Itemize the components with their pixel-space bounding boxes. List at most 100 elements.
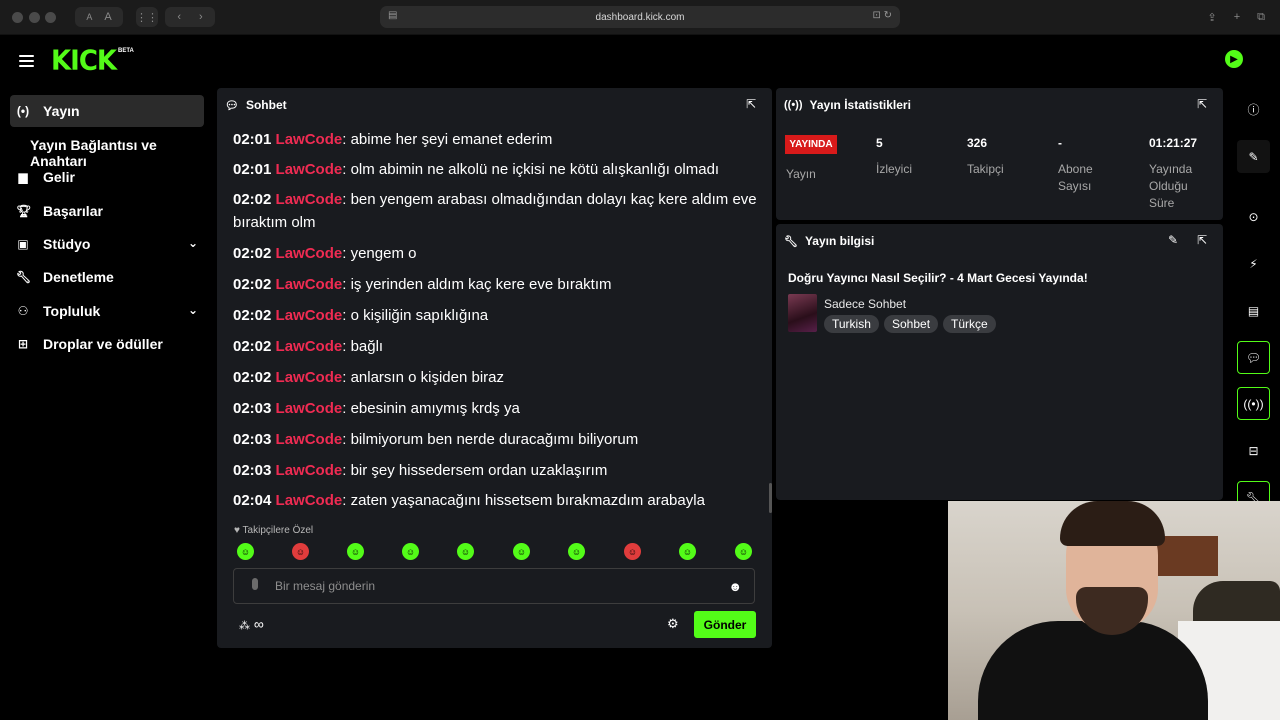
chart-icon: ▆	[18, 170, 28, 184]
menu-icon[interactable]	[19, 55, 34, 67]
chat-username[interactable]: LawCode	[276, 431, 343, 448]
chat-message: 02:02 LawCode: anlarsın o kişiden biraz	[233, 369, 504, 386]
chat-bubble-icon: 💬︎	[225, 99, 239, 112]
chat-message-input[interactable]: Bir mesaj gönderin ☻	[233, 568, 755, 604]
chat-panel: 💬︎ Sohbet ⇱ 02:01 LawCode: abime her şey…	[217, 88, 772, 648]
emote-icon[interactable]: ☺	[513, 543, 530, 560]
tab-overview-icon[interactable]: ⋮⋮	[136, 7, 158, 27]
emote-icon[interactable]: ☺	[237, 543, 254, 560]
emote-icon[interactable]: ☺	[457, 543, 474, 560]
video-icon[interactable]: ⊟	[1237, 434, 1270, 467]
browser-toolbar: A A ⋮⋮ ‹ › ▤ dashboard.kick.com ⊡ ↻ ⇪ + …	[0, 0, 1280, 35]
emoji-picker-icon[interactable]: ☻	[728, 579, 742, 594]
live-label: Yayın	[786, 167, 816, 181]
lightning-icon[interactable]: ⚡︎	[1237, 247, 1270, 280]
sidebar-item-droplar[interactable]: ⊞ Droplar ve ödüller	[10, 328, 204, 360]
text-smaller-button[interactable]: A	[86, 12, 92, 22]
chat-message: 02:03 LawCode: ebesinin amıymış krdş ya	[233, 400, 520, 417]
chat-username[interactable]: LawCode	[276, 307, 343, 324]
trophy-icon: 🏆︎	[16, 204, 32, 218]
share-icon[interactable]: ⇪	[1203, 7, 1221, 27]
popout-icon[interactable]: ⇱	[1197, 233, 1207, 247]
stream-info-panel: 🔧︎ Yayın bilgisi ✎ ⇱ Doğru Yayıncı Nasıl…	[776, 224, 1223, 500]
broadcast-icon[interactable]: ((•))	[1237, 387, 1270, 420]
tag-pill[interactable]: Türkçe	[943, 315, 996, 333]
emote-icon[interactable]: ☺	[292, 543, 309, 560]
chat-username[interactable]: LawCode	[276, 492, 343, 509]
chat-username[interactable]: LawCode	[276, 161, 343, 178]
chat-bubble-icon[interactable]: 💬︎	[1237, 341, 1270, 374]
popout-icon[interactable]: ⇱	[1197, 97, 1207, 111]
stream-title: Doğru Yayıncı Nasıl Seçilir? - 4 Mart Ge…	[788, 271, 1088, 285]
category-thumbnail	[788, 294, 817, 332]
reload-icon[interactable]: ⊡ ↻	[872, 10, 892, 21]
tabs-icon[interactable]: ⧉	[1252, 7, 1270, 27]
chat-username[interactable]: LawCode	[276, 131, 343, 148]
gear-icon[interactable]: ⚙	[667, 616, 679, 632]
forward-icon[interactable]: ›	[199, 11, 203, 23]
community-icon: ⚇	[17, 304, 29, 318]
sidebar-item-yayin[interactable]: (•) Yayın	[10, 95, 204, 127]
window-maximize-button[interactable]	[45, 12, 56, 23]
chevron-down-icon[interactable]: ⌄	[188, 303, 198, 317]
input-placeholder: Bir mesaj gönderin	[275, 579, 376, 593]
emote-icon[interactable]: ☺	[624, 543, 641, 560]
uptime-label: Yayında Olduğu Süre	[1149, 162, 1193, 210]
url-text: dashboard.kick.com	[595, 11, 685, 23]
wrench-icon: 🔧︎	[16, 270, 32, 284]
new-tab-icon[interactable]: +	[1228, 7, 1246, 27]
history-nav[interactable]: ‹ ›	[165, 7, 215, 27]
window-close-button[interactable]	[12, 12, 23, 23]
followers-value: 326	[967, 136, 988, 150]
camera-icon[interactable]: ⊙	[1237, 200, 1270, 233]
sidebar-item-studyo[interactable]: ▣ Stüdyo ⌄	[10, 228, 204, 260]
emote-icon[interactable]: ☺	[679, 543, 696, 560]
emote-icon[interactable]: ☺	[568, 543, 585, 560]
channel-points[interactable]: ⁂ ∞	[239, 616, 264, 632]
kick-logo[interactable]: KICK	[51, 45, 117, 77]
chat-message: 02:03 LawCode: bir şey hissedersem ordan…	[233, 462, 608, 479]
page-settings-icon[interactable]: ▤	[388, 10, 397, 21]
sidebar-item-label: Gelir	[43, 169, 75, 185]
sidebar-item-basarilar[interactable]: 🏆︎ Başarılar	[10, 195, 204, 227]
chat-message: 02:03 LawCode: bilmiyorum ben nerde dura…	[233, 431, 639, 448]
user-avatar-icon[interactable]: ▶	[1225, 50, 1243, 68]
sidebar-item-label: Topluluk	[43, 303, 101, 319]
chat-username[interactable]: LawCode	[276, 400, 343, 417]
chat-username[interactable]: LawCode	[276, 462, 343, 479]
sidebar-item-topluluk[interactable]: ⚇ Topluluk ⌄	[10, 295, 204, 327]
tag-pill[interactable]: Sohbet	[884, 315, 939, 333]
chat-message: 02:02 LawCode: ben yengem arabası olmadı…	[233, 191, 757, 231]
text-size-control[interactable]: A A	[75, 7, 123, 27]
chat-scrollbar[interactable]	[769, 483, 772, 513]
window-minimize-button[interactable]	[29, 12, 40, 23]
info-icon[interactable]: ⓘ	[1237, 93, 1270, 126]
sidebar-item-gelir[interactable]: ▆ Gelir	[10, 161, 204, 193]
drops-icon: ⊞	[17, 337, 29, 351]
edit-icon[interactable]: ✎	[1237, 140, 1270, 173]
text-larger-button[interactable]: A	[104, 11, 111, 23]
chat-username[interactable]: LawCode	[276, 191, 343, 208]
chevron-down-icon[interactable]: ⌄	[188, 236, 198, 250]
chat-username[interactable]: LawCode	[276, 245, 343, 262]
popout-icon[interactable]: ⇱	[746, 97, 756, 111]
stats-title: ((•)) Yayın İstatistikleri	[784, 98, 911, 112]
edit-icon[interactable]: ✎	[1168, 233, 1178, 247]
send-button[interactable]: Gönder	[694, 611, 756, 638]
sidebar-nav: (•) Yayın Yayın Bağlantısı ve Anahtarı ▆…	[0, 86, 214, 650]
address-bar[interactable]: ▤ dashboard.kick.com ⊡ ↻	[380, 6, 900, 28]
category-name[interactable]: Sadece Sohbet	[824, 297, 906, 311]
beta-badge: BETA	[118, 48, 134, 54]
tag-pill[interactable]: Turkish	[824, 315, 879, 333]
chat-username[interactable]: LawCode	[276, 276, 343, 293]
chat-message: 02:01 LawCode: abime her şeyi emanet ede…	[233, 131, 553, 148]
back-icon[interactable]: ‹	[177, 11, 181, 23]
chat-username[interactable]: LawCode	[276, 369, 343, 386]
emote-icon[interactable]: ☺	[735, 543, 752, 560]
chat-username[interactable]: LawCode	[276, 338, 343, 355]
emote-icon[interactable]: ☺	[402, 543, 419, 560]
broadcast-icon: ((•))	[784, 99, 803, 111]
sidebar-item-denetleme[interactable]: 🔧︎ Denetleme	[10, 261, 204, 293]
document-icon[interactable]: ▤	[1237, 294, 1270, 327]
emote-icon[interactable]: ☺	[347, 543, 364, 560]
